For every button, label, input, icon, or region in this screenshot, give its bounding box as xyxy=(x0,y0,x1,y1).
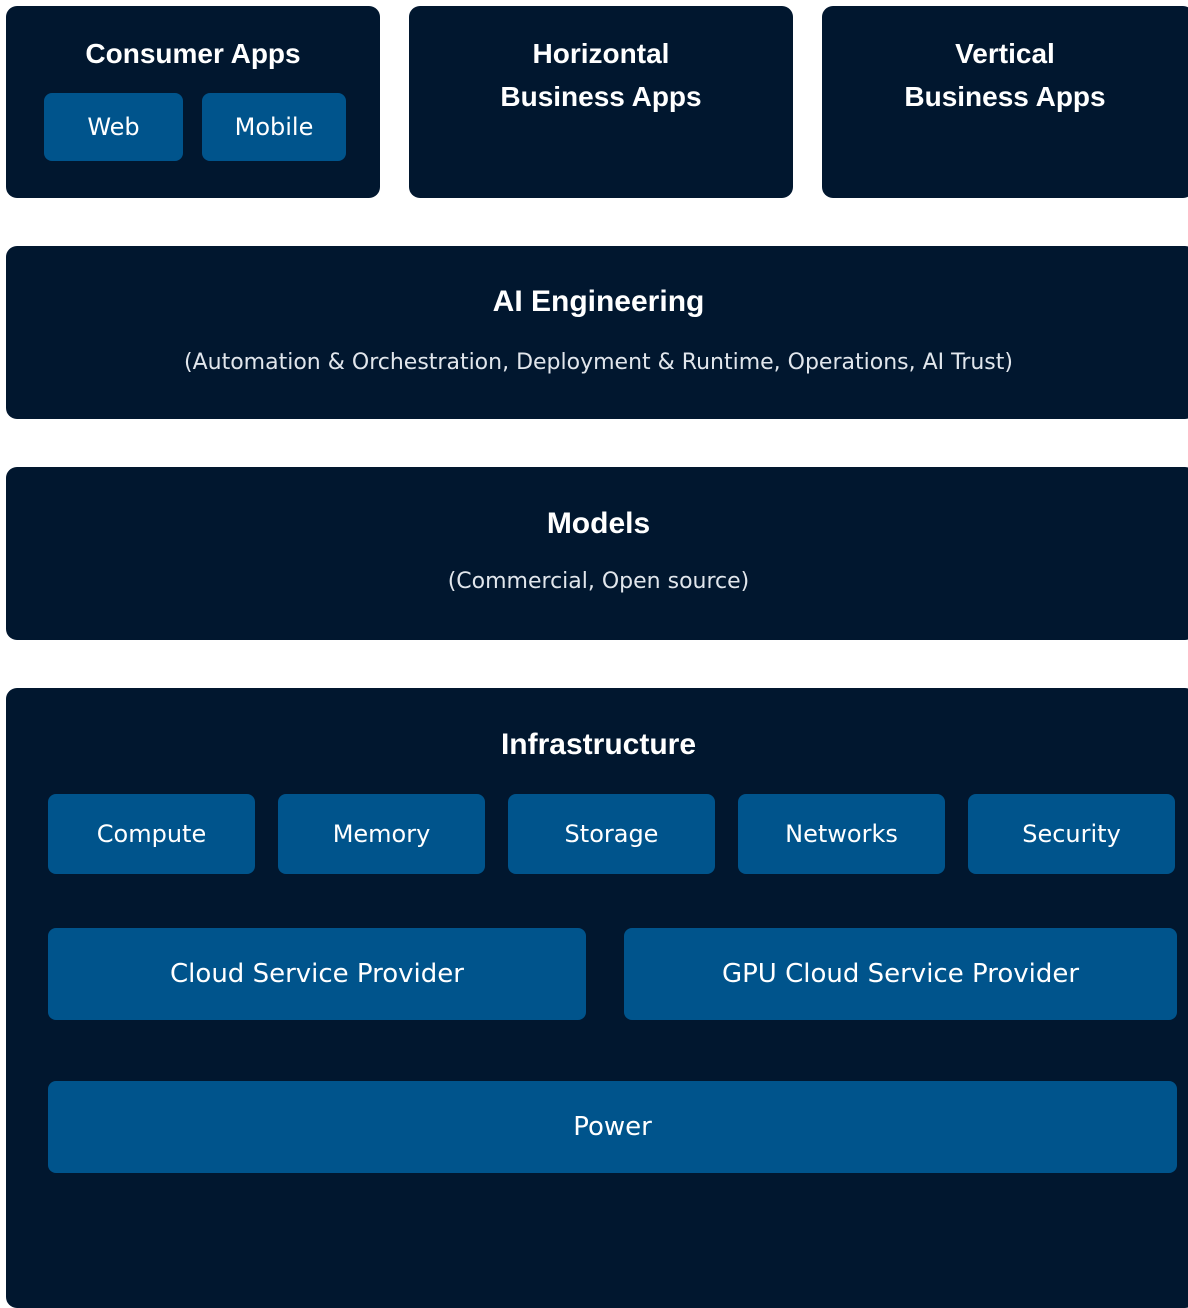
consumer-apps-panel: Consumer Apps Web Mobile xyxy=(6,6,380,198)
models-panel: Models (Commercial, Open source) xyxy=(6,467,1188,640)
security-tile: Security xyxy=(968,794,1175,874)
infrastructure-components: Compute Memory Storage Networks Security xyxy=(48,794,1175,874)
horizontal-apps-title-line1: Horizontal xyxy=(532,38,670,69)
vertical-apps-title-line1: Vertical xyxy=(955,38,1055,69)
mobile-chip: Mobile xyxy=(202,93,346,161)
models-subtitle: (Commercial, Open source) xyxy=(447,569,750,594)
cloud-service-provider-tile: Cloud Service Provider xyxy=(48,928,586,1020)
horizontal-business-apps-panel: Horizontal Business Apps xyxy=(409,6,793,198)
web-chip: Web xyxy=(44,93,183,161)
storage-tile: Storage xyxy=(508,794,715,874)
gpu-cloud-service-provider-tile: GPU Cloud Service Provider xyxy=(624,928,1177,1020)
ai-engineering-subtitle: (Automation & Orchestration, Deployment … xyxy=(184,350,1013,375)
networks-tile: Networks xyxy=(738,794,945,874)
horizontal-apps-title-line2: Business Apps xyxy=(500,81,702,112)
infrastructure-panel: Infrastructure Compute Memory Storage Ne… xyxy=(6,688,1188,1308)
ai-engineering-title: AI Engineering xyxy=(492,285,705,318)
vertical-business-apps-panel: Vertical Business Apps xyxy=(822,6,1188,198)
memory-tile: Memory xyxy=(278,794,485,874)
ai-engineering-panel: AI Engineering (Automation & Orchestrati… xyxy=(6,246,1188,419)
infrastructure-title: Infrastructure xyxy=(500,728,697,761)
models-title: Models xyxy=(546,507,651,540)
vertical-apps-title-line2: Business Apps xyxy=(904,81,1106,112)
power-tile: Power xyxy=(48,1081,1177,1173)
compute-tile: Compute xyxy=(48,794,255,874)
consumer-apps-title: Consumer Apps xyxy=(85,38,301,69)
